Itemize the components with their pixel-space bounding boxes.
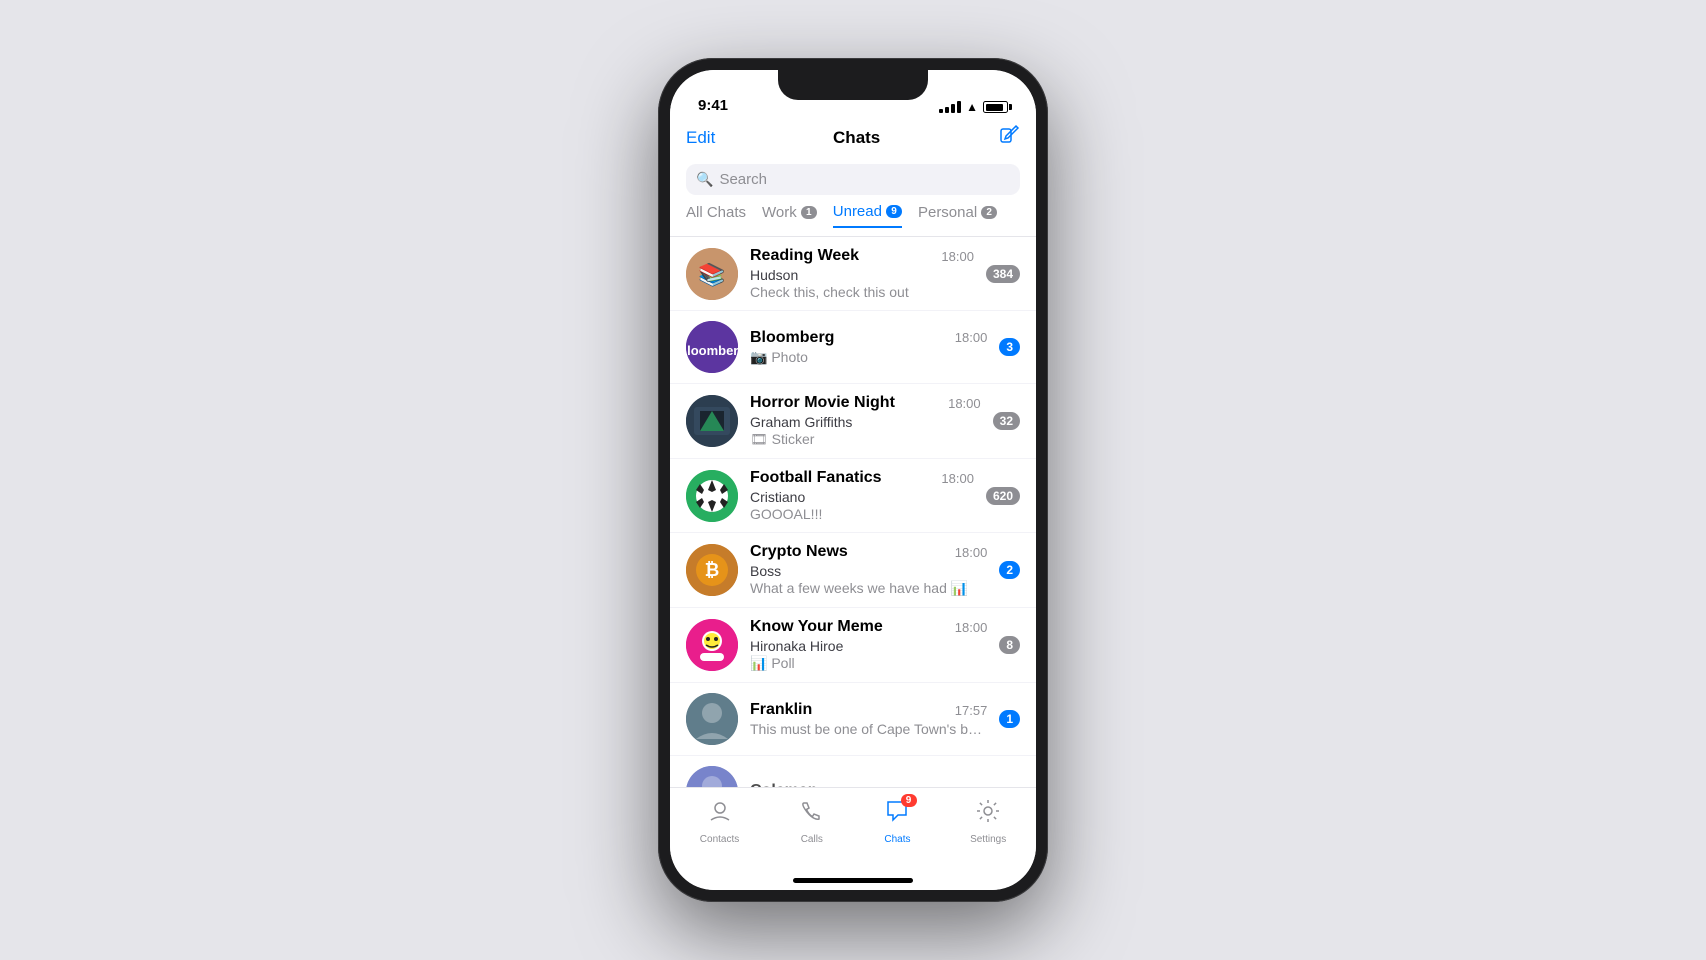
chats-label: Chats [884,834,910,845]
chat-content: Horror Movie Night 18:00 Graham Griffith… [750,394,981,448]
unread-badge: 620 [986,487,1020,505]
chat-meta: 3 [999,338,1020,356]
tab-bar-chats[interactable]: 9 Chats [884,798,910,845]
list-item[interactable]: Know Your Meme 18:00 Hironaka Hiroe 📊 Po… [670,608,1036,683]
chat-meta: 32 [993,412,1020,430]
settings-icon [975,798,1001,831]
avatar: 📚 [686,248,738,300]
nav-bar: Edit Chats [670,120,1036,160]
tab-all-chats[interactable]: All Chats [686,204,746,227]
tab-work-badge: 1 [801,206,817,219]
unread-badge: 3 [999,338,1020,356]
chat-content: Coleman 17:5 [750,782,1020,787]
tab-bar: Contacts Calls 9 Chats [670,787,1036,870]
list-item[interactable]: Coleman 17:5 [670,756,1036,787]
tab-bar-settings[interactable]: Settings [970,798,1006,845]
tab-unread[interactable]: Unread 9 [833,203,902,228]
search-icon: 🔍 [696,171,713,188]
search-input[interactable]: Search [719,171,767,188]
avatar [686,395,738,447]
calls-icon [799,798,825,831]
tab-personal-badge: 2 [981,206,997,219]
unread-badge: 8 [999,636,1020,654]
list-item[interactable]: Football Fanatics 18:00 Cristiano GOOOAL… [670,459,1036,533]
avatar: Bloomberg [686,321,738,373]
phone-frame: 9:41 ▲ Edit Chats [658,58,1048,902]
list-item[interactable]: ₿ Crypto News 18:00 Boss What a few week… [670,533,1036,608]
list-item[interactable]: Franklin 17:57 This must be one of Cape … [670,683,1036,756]
chat-content: Reading Week 18:00 Hudson Check this, ch… [750,247,974,300]
chat-list: 📚 Reading Week 18:00 Hudson Check this, … [670,237,1036,787]
tab-bar-contacts[interactable]: Contacts [700,798,739,845]
search-bar[interactable]: 🔍 Search [686,164,1020,195]
contacts-label: Contacts [700,834,739,845]
list-item[interactable]: Horror Movie Night 18:00 Graham Griffith… [670,384,1036,459]
battery-icon [983,101,1008,113]
unread-badge: 32 [993,412,1020,430]
chat-content: Bloomberg 18:00 📷 Photo [750,329,987,366]
tab-personal[interactable]: Personal 2 [918,204,997,227]
chat-content: Crypto News 18:00 Boss What a few weeks … [750,543,987,597]
svg-text:📚: 📚 [698,262,725,287]
avatar: ₿ [686,544,738,596]
signal-icon [939,101,961,113]
unread-badge: 2 [999,561,1020,579]
tab-bar-calls[interactable]: Calls [799,798,825,845]
chat-content: Franklin 17:57 This must be one of Cape … [750,701,987,737]
chat-meta: 1 [999,710,1020,728]
chat-meta: 2 [999,561,1020,579]
chats-icon: 9 [884,798,910,831]
svg-text:₿: ₿ [705,560,720,580]
home-indicator [670,870,1036,890]
status-icons: ▲ [939,100,1008,114]
unread-badge: 1 [999,710,1020,728]
wifi-icon: ▲ [966,100,978,114]
chat-meta: 8 [999,636,1020,654]
edit-button[interactable]: Edit [686,128,715,148]
list-item[interactable]: Bloomberg Bloomberg 18:00 📷 Photo 3 [670,311,1036,384]
list-item[interactable]: 📚 Reading Week 18:00 Hudson Check this, … [670,237,1036,311]
avatar [686,619,738,671]
home-bar [793,878,913,883]
compose-button[interactable] [998,124,1020,152]
tab-work[interactable]: Work 1 [762,204,817,227]
filter-tabs: All Chats Work 1 Unread 9 Personal 2 [670,203,1036,237]
chat-meta: 620 [986,487,1020,505]
chat-content: Know Your Meme 18:00 Hironaka Hiroe 📊 Po… [750,618,987,672]
contacts-icon [707,798,733,831]
settings-label: Settings [970,834,1006,845]
calls-label: Calls [801,834,823,845]
chat-content: Football Fanatics 18:00 Cristiano GOOOAL… [750,469,974,522]
notch [778,70,928,100]
tab-unread-badge: 9 [886,205,902,218]
phone-screen: 9:41 ▲ Edit Chats [670,70,1036,890]
svg-text:Bloomberg: Bloomberg [686,343,738,358]
page-title: Chats [833,128,880,148]
unread-badge: 384 [986,265,1020,283]
avatar [686,766,738,787]
chat-meta: 384 [986,265,1020,283]
avatar [686,470,738,522]
status-time: 9:41 [698,97,728,114]
avatar [686,693,738,745]
chats-badge: 9 [901,794,917,807]
